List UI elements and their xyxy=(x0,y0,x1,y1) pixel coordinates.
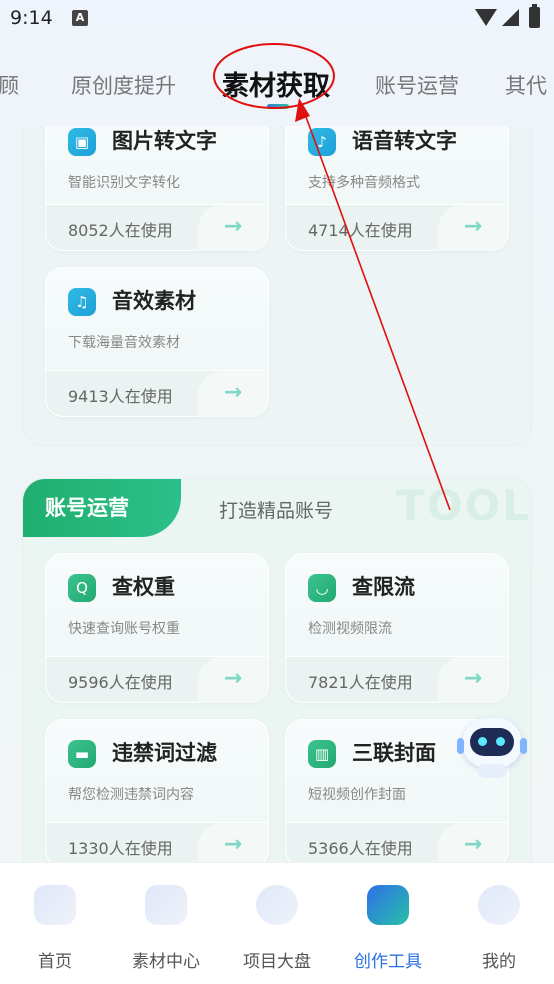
card-subtitle: 智能识别文字转化 xyxy=(68,175,180,191)
tool-card-sound-effects[interactable]: ♫ 音效素材 下载海量音效素材 9413人在使用 → xyxy=(45,267,269,417)
tab-partial-right[interactable]: 其代 xyxy=(505,70,547,100)
tool-card-check-weight[interactable]: Q 查权重 快速查询账号权重 9596人在使用 → xyxy=(45,553,269,703)
tab-account[interactable]: 账号运营 xyxy=(375,70,459,100)
arrow-right-icon[interactable]: → xyxy=(438,657,508,703)
tab-originality[interactable]: 原创度提升 xyxy=(71,70,176,100)
nav-item-material[interactable]: 素材中心 xyxy=(111,863,221,984)
music-note-icon: ♫ xyxy=(68,288,96,316)
nav-label: 我的 xyxy=(482,952,516,972)
card-footer: 5366人在使用 → xyxy=(286,822,508,862)
status-time: 9:14 xyxy=(10,7,53,29)
nav-item-home[interactable]: 首页 xyxy=(0,863,110,984)
card-title: 语音转文字 xyxy=(352,129,457,153)
filter-icon: ▬ xyxy=(68,740,96,768)
tool-card-image-to-text[interactable]: ▣ 图片转文字 智能识别文字转化 8052人在使用 → xyxy=(45,126,269,251)
profile-icon xyxy=(478,885,520,925)
cover-icon: ▥ xyxy=(308,740,336,768)
robot-eye xyxy=(478,737,487,746)
robot-eye xyxy=(496,737,505,746)
arrow-right-icon[interactable]: → xyxy=(198,205,268,251)
nav-item-dashboard[interactable]: 项目大盘 xyxy=(222,863,332,984)
card-footer: 9413人在使用 → xyxy=(46,370,268,417)
usage-count: 9413人在使用 xyxy=(68,387,173,406)
robot-body xyxy=(478,764,506,778)
account-section: TOOL 账号运营 打造精品账号 Q 查权重 快速查询账号权重 9596人在使用… xyxy=(22,478,532,862)
card-footer: 4714人在使用 → xyxy=(286,204,508,251)
card-subtitle: 下载海量音效素材 xyxy=(68,335,180,351)
active-tab-indicator xyxy=(267,104,289,109)
material-section: ▣ 图片转文字 智能识别文字转化 8052人在使用 → ♪ 语音转文字 支持多种… xyxy=(22,126,532,446)
signal-icon xyxy=(502,9,519,26)
nav-label: 首页 xyxy=(38,952,72,972)
arrow-right-icon[interactable]: → xyxy=(198,371,268,417)
card-title: 图片转文字 xyxy=(112,129,217,153)
nav-label: 素材中心 xyxy=(132,952,200,972)
section-watermark: TOOL xyxy=(396,481,531,530)
usage-count: 9596人在使用 xyxy=(68,673,173,692)
status-bar: 9:14 A xyxy=(0,0,554,36)
chart-icon xyxy=(256,885,298,925)
card-title: 违禁词过滤 xyxy=(112,741,217,765)
card-title: 音效素材 xyxy=(112,289,196,313)
usage-count: 4714人在使用 xyxy=(308,221,413,240)
usage-count: 8052人在使用 xyxy=(68,221,173,240)
robot-ear xyxy=(520,738,527,754)
robot-face xyxy=(470,728,514,756)
image-icon: ▣ xyxy=(68,128,96,156)
card-subtitle: 检测视频限流 xyxy=(308,621,392,637)
card-title: 查权重 xyxy=(112,575,175,599)
arrow-right-icon[interactable]: → xyxy=(198,657,268,703)
tool-card-voice-to-text[interactable]: ♪ 语音转文字 支持多种音频格式 4714人在使用 → xyxy=(285,126,509,251)
wifi-icon xyxy=(475,9,497,26)
section-subtitle: 打造精品账号 xyxy=(219,500,334,522)
nav-label: 创作工具 xyxy=(354,952,422,972)
nav-item-tools[interactable]: 创作工具 xyxy=(333,863,443,984)
card-footer: 7821人在使用 → xyxy=(286,656,508,703)
card-title: 查限流 xyxy=(352,575,415,599)
robot-assistant-icon[interactable] xyxy=(456,712,528,782)
search-weight-icon: Q xyxy=(68,574,96,602)
home-icon xyxy=(34,885,76,925)
usage-count: 5366人在使用 xyxy=(308,839,413,858)
arrow-right-icon[interactable]: → xyxy=(438,823,508,862)
card-subtitle: 支持多种音频格式 xyxy=(308,175,420,191)
usage-count: 7821人在使用 xyxy=(308,673,413,692)
robot-ear xyxy=(457,738,464,754)
tool-card-check-limit[interactable]: ◡ 查限流 检测视频限流 7821人在使用 → xyxy=(285,553,509,703)
arrow-right-icon[interactable]: → xyxy=(438,205,508,251)
card-title: 三联封面 xyxy=(352,741,436,765)
card-footer: 8052人在使用 → xyxy=(46,204,268,251)
card-subtitle: 短视频创作封面 xyxy=(308,787,406,803)
arrow-right-icon[interactable]: → xyxy=(198,823,268,862)
voice-icon: ♪ xyxy=(308,128,336,156)
tab-material[interactable]: 素材获取 xyxy=(222,64,330,103)
toolbox-icon xyxy=(367,885,409,925)
card-subtitle: 快速查询账号权重 xyxy=(68,621,180,637)
nav-label: 项目大盘 xyxy=(243,952,311,972)
nav-item-profile[interactable]: 我的 xyxy=(444,863,554,984)
bottom-navigation: 首页 素材中心 项目大盘 创作工具 我的 xyxy=(0,862,554,984)
card-footer: 1330人在使用 → xyxy=(46,822,268,862)
card-subtitle: 帮您检测违禁词内容 xyxy=(68,787,194,803)
usage-count: 1330人在使用 xyxy=(68,839,173,858)
tab-partial-left[interactable]: 顾 xyxy=(0,70,19,100)
card-footer: 9596人在使用 → xyxy=(46,656,268,703)
folder-icon xyxy=(145,885,187,925)
battery-icon xyxy=(529,4,540,28)
tool-card-banned-words[interactable]: ▬ 违禁词过滤 帮您检测违禁词内容 1330人在使用 → xyxy=(45,719,269,862)
notification-icon: A xyxy=(72,10,88,26)
section-title: 账号运营 xyxy=(23,479,181,537)
shield-icon: ◡ xyxy=(308,574,336,602)
